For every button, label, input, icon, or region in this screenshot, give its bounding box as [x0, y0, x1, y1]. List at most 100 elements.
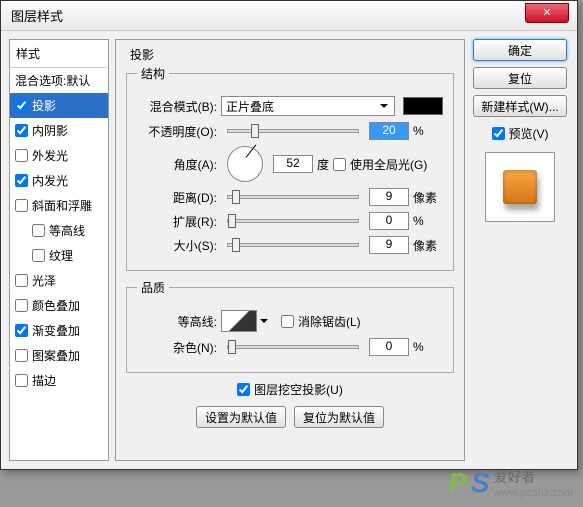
antialias-checkbox[interactable]: [281, 315, 294, 328]
style-label: 纹理: [49, 247, 73, 264]
sidebar-item-6[interactable]: 等高线: [10, 218, 108, 243]
watermark-p-icon: P: [448, 467, 467, 499]
set-default-button[interactable]: 设置为默认值: [196, 406, 286, 428]
ok-button[interactable]: 确定: [473, 39, 567, 61]
sidebar-item-0[interactable]: 混合选项:默认: [10, 68, 108, 93]
style-checkbox[interactable]: [15, 174, 28, 187]
knockout-checkbox[interactable]: [237, 383, 250, 396]
sidebar-item-11[interactable]: 图案叠加: [10, 343, 108, 368]
noise-input[interactable]: 0: [369, 338, 409, 356]
contour-label: 等高线:: [137, 313, 217, 330]
noise-unit: %: [413, 340, 443, 354]
size-slider[interactable]: [227, 243, 359, 247]
style-label: 外发光: [32, 147, 68, 164]
preview-cube-icon: [503, 170, 537, 204]
angle-input[interactable]: 52: [273, 155, 313, 173]
sidebar-item-4[interactable]: 内发光: [10, 168, 108, 193]
opacity-slider[interactable]: [227, 129, 359, 133]
spread-slider[interactable]: [227, 219, 359, 223]
global-light-checkbox[interactable]: [333, 158, 346, 171]
style-checkbox[interactable]: [15, 274, 28, 287]
contour-picker[interactable]: [221, 310, 257, 332]
watermark-brand: 爱好者: [494, 467, 573, 487]
style-label: 斜面和浮雕: [32, 197, 92, 214]
style-label: 混合选项:默认: [15, 72, 90, 89]
style-checkbox[interactable]: [15, 324, 28, 337]
distance-slider[interactable]: [227, 195, 359, 199]
distance-unit: 像素: [413, 189, 443, 206]
sidebar-item-9[interactable]: 颜色叠加: [10, 293, 108, 318]
styles-sidebar: 样式 混合选项:默认投影内阴影外发光内发光斜面和浮雕等高线纹理光泽颜色叠加渐变叠…: [9, 39, 109, 461]
action-panel: 确定 复位 新建样式(W)... 预览(V): [471, 39, 569, 461]
sidebar-item-10[interactable]: 渐变叠加: [10, 318, 108, 343]
angle-dial[interactable]: [227, 146, 263, 182]
style-label: 内阴影: [32, 122, 68, 139]
style-checkbox[interactable]: [15, 124, 28, 137]
style-checkbox[interactable]: [15, 99, 28, 112]
style-label: 等高线: [49, 222, 85, 239]
style-label: 投影: [32, 97, 56, 114]
style-checkbox[interactable]: [15, 199, 28, 212]
close-button[interactable]: ✕: [525, 3, 569, 23]
shadow-color-swatch[interactable]: [403, 97, 443, 115]
sidebar-item-2[interactable]: 内阴影: [10, 118, 108, 143]
watermark-s-icon: S: [471, 467, 490, 499]
style-checkbox[interactable]: [15, 299, 28, 312]
distance-input[interactable]: 9: [369, 188, 409, 206]
spread-unit: %: [413, 214, 443, 228]
opacity-input[interactable]: 20: [369, 122, 409, 140]
panel-title: 投影: [130, 46, 454, 63]
style-checkbox[interactable]: [15, 349, 28, 362]
sidebar-item-1[interactable]: 投影: [10, 93, 108, 118]
sidebar-item-8[interactable]: 光泽: [10, 268, 108, 293]
angle-label: 角度(A):: [137, 156, 217, 173]
blend-mode-label: 混合模式(B):: [137, 98, 217, 115]
style-label: 颜色叠加: [32, 297, 80, 314]
spread-label: 扩展(R):: [137, 213, 217, 230]
quality-group: 品质 等高线: 消除锯齿(L) 杂色(N): 0 %: [126, 279, 454, 373]
style-checkbox[interactable]: [32, 249, 45, 262]
global-light-label: 使用全局光(G): [350, 156, 427, 173]
knockout-label: 图层挖空投影(U): [254, 381, 343, 398]
reset-default-button[interactable]: 复位为默认值: [294, 406, 384, 428]
preview-thumbnail: [485, 152, 555, 222]
opacity-label: 不透明度(O):: [137, 123, 217, 140]
size-input[interactable]: 9: [369, 236, 409, 254]
antialias-label: 消除锯齿(L): [298, 313, 361, 330]
watermark-url: www.psahz.com: [494, 487, 573, 499]
sidebar-item-5[interactable]: 斜面和浮雕: [10, 193, 108, 218]
new-style-button[interactable]: 新建样式(W)...: [473, 95, 567, 117]
structure-group: 结构 混合模式(B): 正片叠底 不透明度(O): 20 % 角度(A): 52: [126, 65, 454, 271]
noise-label: 杂色(N):: [137, 339, 217, 356]
styles-header: 样式: [10, 40, 108, 68]
style-checkbox[interactable]: [32, 224, 45, 237]
size-unit: 像素: [413, 237, 443, 254]
preview-checkbox[interactable]: [492, 127, 505, 140]
preview-label: 预览(V): [509, 125, 549, 142]
sidebar-item-7[interactable]: 纹理: [10, 243, 108, 268]
window-title: 图层样式: [11, 6, 63, 25]
title-bar[interactable]: 图层样式 ✕: [1, 1, 577, 31]
settings-panel: 投影 结构 混合模式(B): 正片叠底 不透明度(O): 20 % 角度(A):: [115, 39, 465, 461]
style-label: 渐变叠加: [32, 322, 80, 339]
opacity-unit: %: [413, 124, 443, 138]
watermark: PS 爱好者 www.psahz.com: [448, 467, 573, 499]
distance-label: 距离(D):: [137, 189, 217, 206]
style-label: 光泽: [32, 272, 56, 289]
size-label: 大小(S):: [137, 237, 217, 254]
style-checkbox[interactable]: [15, 149, 28, 162]
blend-mode-dropdown[interactable]: 正片叠底: [221, 96, 395, 116]
sidebar-item-12[interactable]: 描边: [10, 368, 108, 393]
noise-slider[interactable]: [227, 345, 359, 349]
layer-style-dialog: 图层样式 ✕ 样式 混合选项:默认投影内阴影外发光内发光斜面和浮雕等高线纹理光泽…: [0, 0, 578, 470]
style-label: 图案叠加: [32, 347, 80, 364]
style-checkbox[interactable]: [15, 374, 28, 387]
sidebar-item-3[interactable]: 外发光: [10, 143, 108, 168]
structure-legend: 结构: [137, 65, 169, 82]
cancel-button[interactable]: 复位: [473, 67, 567, 89]
angle-unit: 度: [317, 156, 329, 173]
style-label: 描边: [32, 372, 56, 389]
style-label: 内发光: [32, 172, 68, 189]
spread-input[interactable]: 0: [369, 212, 409, 230]
quality-legend: 品质: [137, 279, 169, 296]
